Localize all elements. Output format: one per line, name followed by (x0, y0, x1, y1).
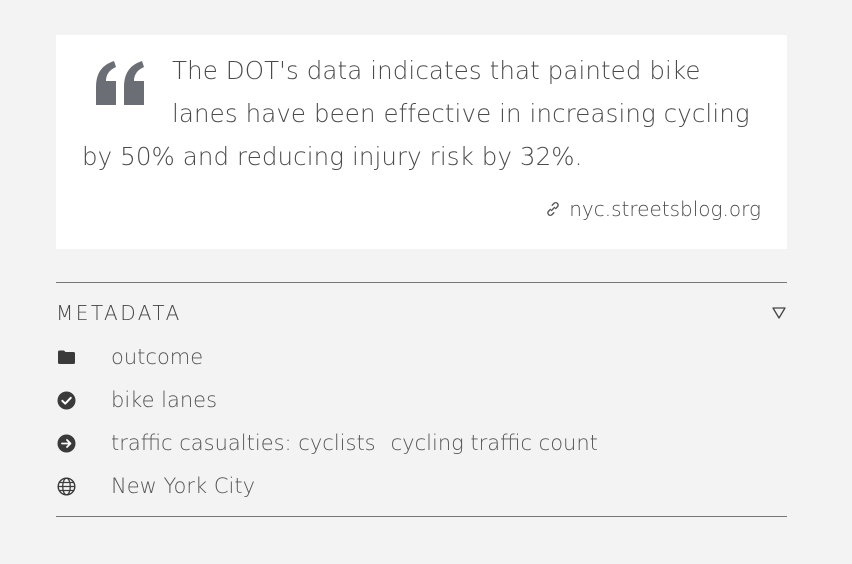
quote-body: The DOT's data indicates that painted bi… (82, 56, 750, 171)
metadata-value: outcome (111, 345, 204, 369)
triangle-down-icon[interactable] (771, 306, 787, 320)
link-icon (547, 202, 559, 216)
quote-card: The DOT's data indicates that painted bi… (56, 35, 787, 249)
globe-icon (56, 476, 76, 496)
metadata-title: METADATA (56, 301, 182, 325)
source-link[interactable]: nyc.streetsblog.org (545, 197, 761, 221)
arrow-circle-icon (56, 433, 76, 453)
metadata-value: New York City (111, 474, 255, 498)
source-text[interactable]: nyc.streetsblog.org (569, 197, 761, 221)
metadata-row-outcome: outcome (56, 342, 203, 372)
metadata-row-measures: traffic casualties: cyclists cycling tra… (56, 428, 598, 458)
metadata-value: bike lanes (111, 388, 218, 412)
metadata-row-location: New York City (56, 471, 255, 501)
metadata-value: cycling traffic count (390, 431, 598, 455)
folder-icon (56, 347, 76, 367)
metadata-header[interactable]: METADATA (56, 301, 787, 325)
metadata-section: METADATA outcome bike lanes traffic casu… (56, 282, 787, 517)
metadata-value: traffic casualties: cyclists (111, 431, 376, 455)
metadata-row-bike-lanes: bike lanes (56, 385, 217, 415)
quote-text: The DOT's data indicates that painted bi… (82, 49, 772, 178)
check-circle-icon (56, 390, 76, 410)
